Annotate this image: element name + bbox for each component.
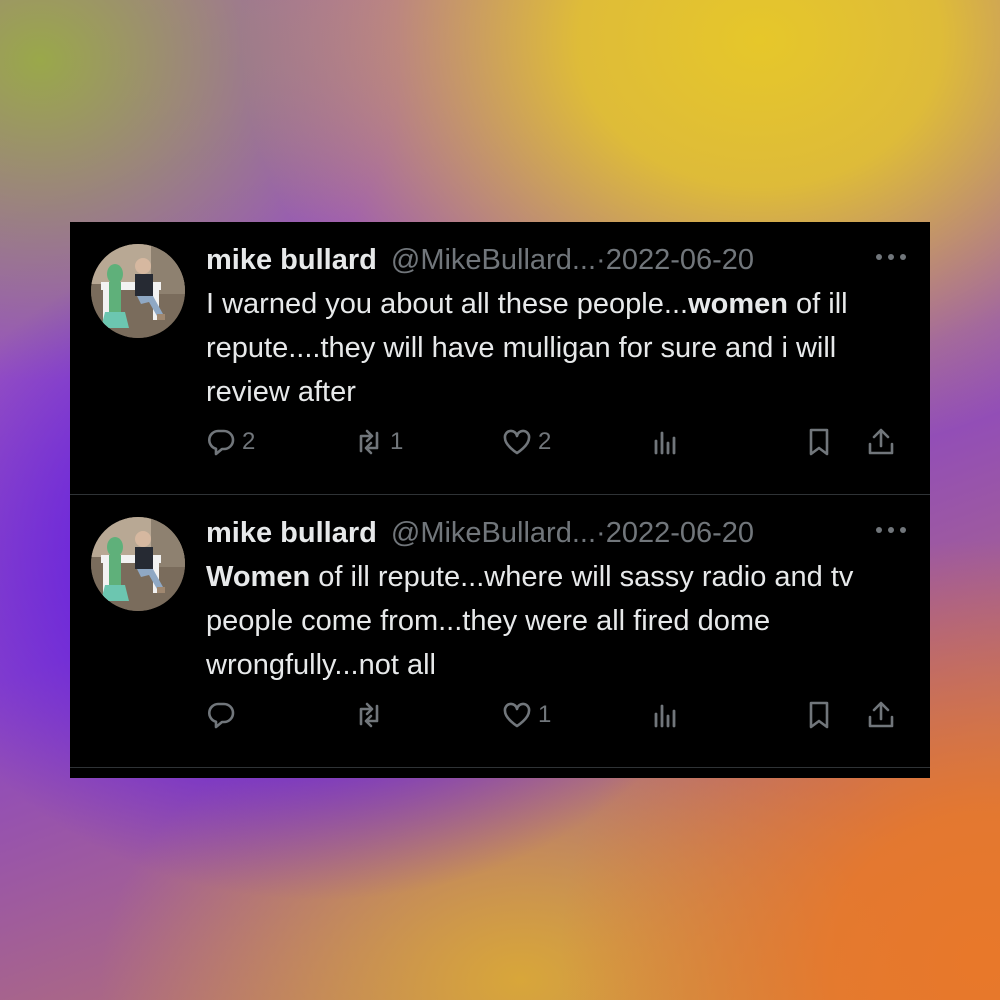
- tweet-actions: 2 1 2: [206, 422, 916, 462]
- heart-icon: [503, 702, 531, 728]
- reply-button[interactable]: 2: [206, 422, 255, 462]
- like-count: 1: [538, 701, 552, 728]
- bookmark-button[interactable]: [804, 695, 834, 735]
- avatar-photo: [91, 517, 185, 611]
- tweet-actions: 1: [206, 695, 916, 735]
- retweet-icon: [359, 702, 379, 728]
- like-button[interactable]: 1: [502, 695, 551, 735]
- tweet-thread-card: mike bullard @MikeBullard...·2022-06-20 …: [70, 222, 930, 778]
- tweet[interactable]: mike bullard @MikeBullard...·2022-06-20 …: [70, 222, 930, 495]
- tweet-text-bold: women: [688, 288, 788, 320]
- reply-button[interactable]: [206, 695, 242, 735]
- tweet-text: Women of ill repute...where will sassy r…: [206, 555, 916, 687]
- heart-icon: [503, 429, 531, 455]
- separator-dot: ·: [596, 244, 606, 276]
- tweet-header: mike bullard @MikeBullard...·2022-06-20: [206, 513, 910, 553]
- avatar[interactable]: [91, 244, 185, 338]
- user-handle[interactable]: @MikeBullard...: [391, 517, 596, 549]
- reply-count: 2: [242, 428, 256, 455]
- more-icon[interactable]: [876, 254, 906, 266]
- tweet-header: mike bullard @MikeBullard...·2022-06-20: [206, 240, 910, 280]
- retweet-button[interactable]: 1: [354, 422, 403, 462]
- share-button[interactable]: [866, 422, 896, 462]
- tweet-date[interactable]: 2022-06-20: [606, 517, 754, 549]
- like-count: 2: [538, 428, 552, 455]
- share-icon: [868, 701, 894, 728]
- separator-dot: ·: [596, 517, 606, 549]
- tweet-date[interactable]: 2022-06-20: [606, 244, 754, 276]
- retweet-count: 1: [390, 428, 404, 455]
- more-icon[interactable]: [876, 527, 906, 539]
- reply-icon: [207, 429, 235, 456]
- tweet-text-bold: Women: [206, 561, 311, 593]
- retweet-button[interactable]: [354, 695, 390, 735]
- bookmark-icon: [809, 428, 829, 456]
- share-icon: [868, 428, 894, 455]
- avatar-photo: [91, 244, 185, 338]
- display-name[interactable]: mike bullard: [206, 517, 377, 549]
- user-handle[interactable]: @MikeBullard...: [391, 244, 596, 276]
- views-button[interactable]: [650, 422, 680, 462]
- views-icon: [654, 431, 676, 455]
- views-button[interactable]: [650, 695, 680, 735]
- avatar[interactable]: [91, 517, 185, 611]
- views-icon: [654, 704, 676, 728]
- share-button[interactable]: [866, 695, 896, 735]
- bookmark-button[interactable]: [804, 422, 834, 462]
- bookmark-icon: [809, 701, 829, 729]
- retweet-icon: [359, 429, 379, 455]
- like-button[interactable]: 2: [502, 422, 551, 462]
- reply-icon: [207, 702, 235, 729]
- display-name[interactable]: mike bullard: [206, 244, 377, 276]
- tweet[interactable]: mike bullard @MikeBullard...·2022-06-20 …: [70, 495, 930, 768]
- tweet-text-part: I warned you about all these people...: [206, 288, 689, 320]
- tweet-text: I warned you about all these people...wo…: [206, 282, 916, 414]
